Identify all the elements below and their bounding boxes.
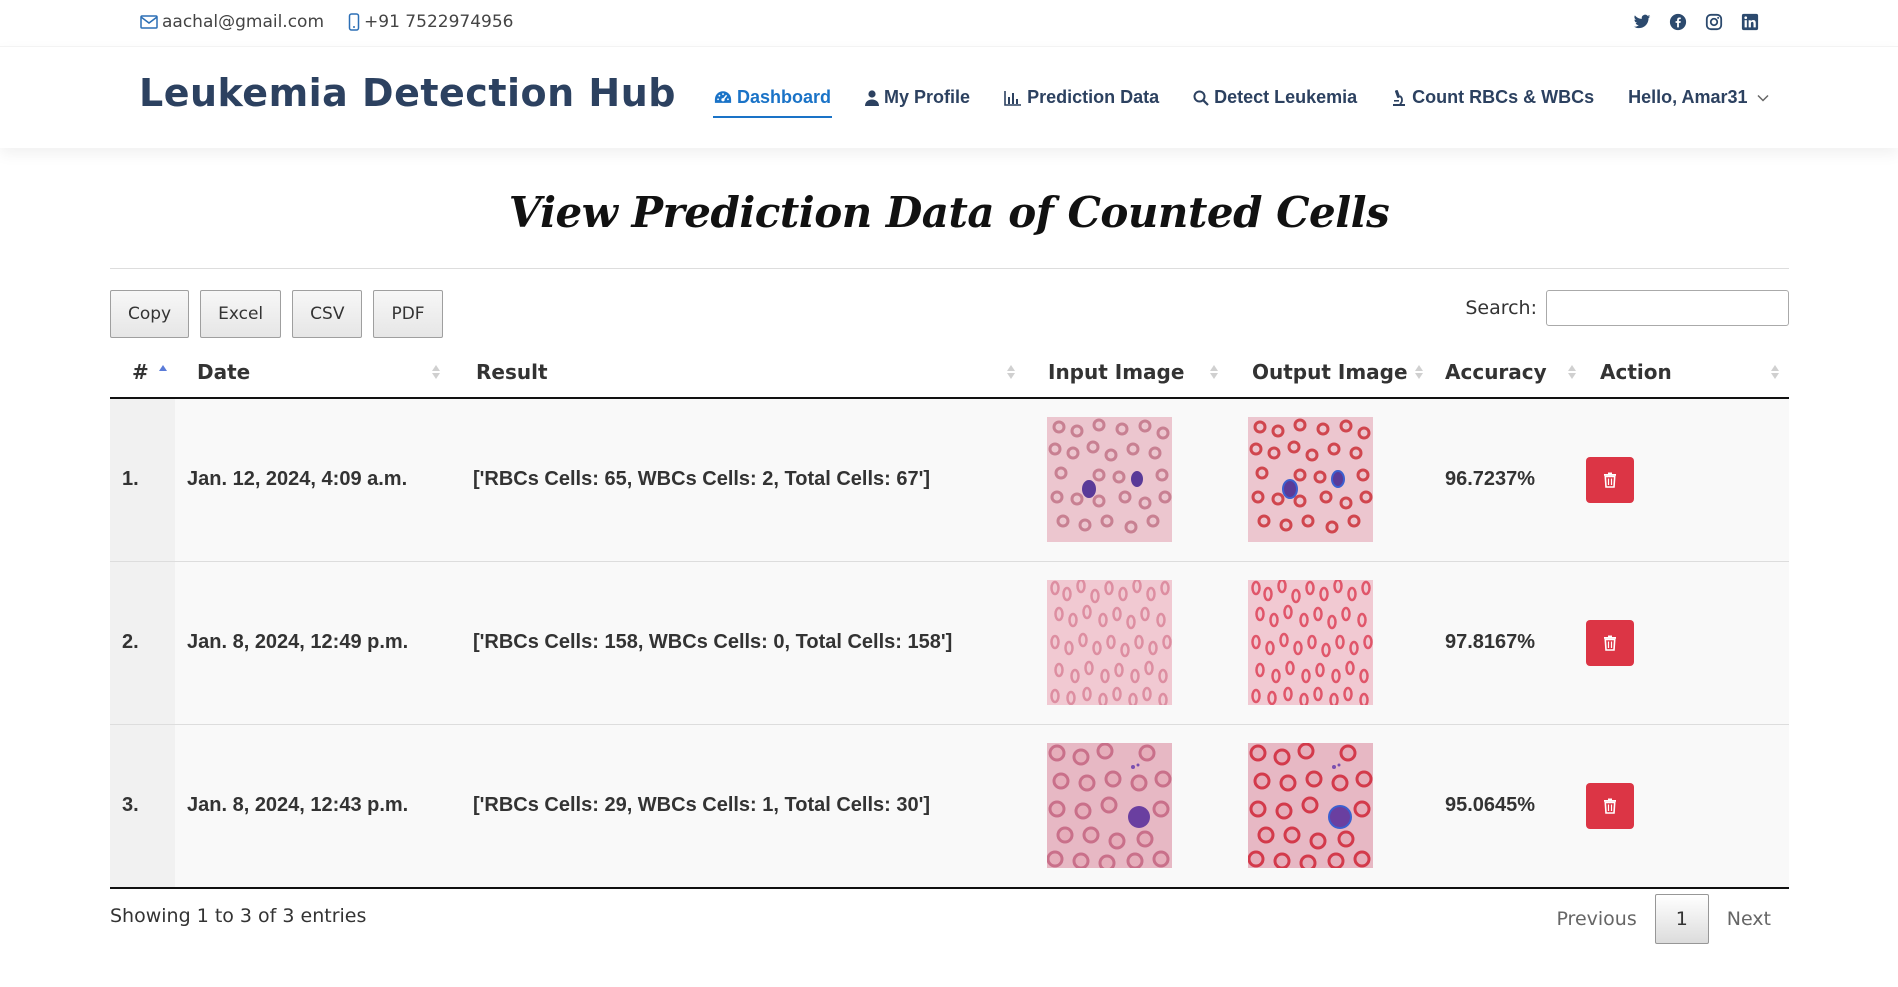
output-image bbox=[1248, 417, 1373, 542]
trash-icon bbox=[1604, 798, 1616, 814]
table-row: 2. Jan. 8, 2024, 12:49 p.m. ['RBCs Cells… bbox=[110, 561, 1789, 725]
table-header-row: # Date Result Input Image Output Image A… bbox=[110, 347, 1789, 399]
output-image bbox=[1248, 580, 1373, 705]
user-icon bbox=[865, 89, 880, 106]
table-search: Search: bbox=[1465, 290, 1789, 326]
column-header-input-image[interactable]: Input Image bbox=[1025, 347, 1228, 399]
search-input[interactable] bbox=[1546, 290, 1789, 326]
user-menu[interactable]: Hello, Amar31 bbox=[1628, 87, 1769, 116]
sort-icon bbox=[1210, 365, 1218, 379]
contact-info: aachal@gmail.com +91 7522974956 bbox=[140, 12, 537, 32]
row-number: 1. bbox=[122, 468, 139, 490]
row-result: ['RBCs Cells: 65, WBCs Cells: 2, Total C… bbox=[473, 468, 931, 490]
top-bar: aachal@gmail.com +91 7522974956 bbox=[0, 0, 1898, 46]
row-date: Jan. 12, 2024, 4:09 a.m. bbox=[187, 468, 408, 490]
social-links bbox=[1616, 12, 1760, 32]
facebook-icon[interactable] bbox=[1668, 12, 1688, 32]
delete-button[interactable] bbox=[1586, 620, 1634, 666]
page-1-button[interactable]: 1 bbox=[1654, 894, 1709, 944]
csv-button[interactable]: CSV bbox=[292, 290, 363, 338]
export-buttons: Copy Excel CSV PDF bbox=[110, 290, 454, 338]
instagram-icon[interactable] bbox=[1704, 12, 1724, 32]
next-page-button[interactable]: Next bbox=[1709, 894, 1789, 944]
linkedin-icon[interactable] bbox=[1740, 12, 1760, 32]
table-info: Showing 1 to 3 of 3 entries bbox=[110, 905, 367, 927]
column-header-number[interactable]: # bbox=[110, 347, 175, 399]
nav-prediction-data-label: Prediction Data bbox=[1027, 87, 1160, 107]
site-brand[interactable]: Leukemia Detection Hub bbox=[139, 71, 676, 115]
previous-page-button[interactable]: Previous bbox=[1538, 894, 1654, 944]
dashboard-icon bbox=[714, 91, 732, 103]
nav-count-cells-label: Count RBCs & WBCs bbox=[1412, 87, 1595, 107]
copy-button[interactable]: Copy bbox=[110, 290, 190, 338]
row-accuracy: 96.7237% bbox=[1445, 468, 1536, 490]
search-icon bbox=[1193, 90, 1209, 106]
nav-detect-leukemia[interactable]: Detect Leukemia bbox=[1193, 87, 1357, 116]
row-result: ['RBCs Cells: 158, WBCs Cells: 0, Total … bbox=[473, 631, 953, 653]
search-label: Search: bbox=[1465, 297, 1537, 319]
column-header-date[interactable]: Date bbox=[175, 347, 450, 399]
delete-button[interactable] bbox=[1586, 783, 1634, 829]
nav-dashboard-label: Dashboard bbox=[737, 87, 832, 107]
user-greeting: Hello, Amar31 bbox=[1628, 87, 1748, 107]
column-header-output-image[interactable]: Output Image bbox=[1228, 347, 1433, 399]
phone-icon bbox=[348, 13, 360, 31]
prediction-table: # Date Result Input Image Output Image A… bbox=[110, 347, 1789, 889]
phone-contact[interactable]: +91 7522974956 bbox=[348, 12, 513, 32]
bar-chart-icon bbox=[1004, 90, 1022, 106]
nav-prediction-data[interactable]: Prediction Data bbox=[1004, 87, 1159, 116]
row-accuracy: 95.0645% bbox=[1445, 794, 1536, 816]
title-divider bbox=[110, 268, 1789, 269]
table-row: 3. Jan. 8, 2024, 12:43 p.m. ['RBCs Cells… bbox=[110, 724, 1789, 889]
sort-icon bbox=[1007, 365, 1015, 379]
delete-button[interactable] bbox=[1586, 457, 1634, 503]
nav-my-profile[interactable]: My Profile bbox=[865, 87, 970, 116]
excel-button[interactable]: Excel bbox=[200, 290, 282, 338]
sort-icon bbox=[432, 365, 440, 379]
phone-text: +91 7522974956 bbox=[364, 12, 514, 32]
twitter-icon[interactable] bbox=[1632, 12, 1652, 32]
pdf-button[interactable]: PDF bbox=[373, 290, 443, 338]
row-date: Jan. 8, 2024, 12:49 p.m. bbox=[187, 631, 409, 653]
row-number: 3. bbox=[122, 794, 139, 816]
email-text: aachal@gmail.com bbox=[162, 12, 325, 32]
nav-my-profile-label: My Profile bbox=[884, 87, 971, 107]
nav-detect-leukemia-label: Detect Leukemia bbox=[1214, 87, 1358, 107]
row-accuracy: 97.8167% bbox=[1445, 631, 1536, 653]
trash-icon bbox=[1604, 472, 1616, 488]
input-image bbox=[1047, 743, 1172, 868]
main-header: Leukemia Detection Hub Dashboard My Prof… bbox=[0, 46, 1898, 148]
sort-icon bbox=[1415, 365, 1423, 379]
column-header-action[interactable]: Action bbox=[1586, 347, 1789, 399]
row-result: ['RBCs Cells: 29, WBCs Cells: 1, Total C… bbox=[473, 794, 931, 816]
column-header-accuracy[interactable]: Accuracy bbox=[1433, 347, 1586, 399]
email-contact[interactable]: aachal@gmail.com bbox=[140, 12, 324, 32]
sort-icon bbox=[1771, 365, 1779, 379]
chevron-down-icon bbox=[1757, 94, 1769, 102]
table-row: 1. Jan. 12, 2024, 4:09 a.m. ['RBCs Cells… bbox=[110, 398, 1789, 562]
microscope-icon bbox=[1393, 89, 1406, 106]
nav-count-cells[interactable]: Count RBCs & WBCs bbox=[1391, 87, 1594, 116]
row-number: 2. bbox=[122, 631, 139, 653]
main-nav: Dashboard My Profile Prediction Data Det… bbox=[712, 87, 1770, 118]
row-date: Jan. 8, 2024, 12:43 p.m. bbox=[187, 794, 409, 816]
column-header-result[interactable]: Result bbox=[450, 347, 1025, 399]
sort-asc-icon bbox=[159, 365, 167, 371]
trash-icon bbox=[1604, 635, 1616, 651]
page-title: View Prediction Data of Counted Cells bbox=[508, 188, 1390, 237]
sort-icon bbox=[1568, 365, 1576, 379]
output-image bbox=[1248, 743, 1373, 868]
nav-dashboard[interactable]: Dashboard bbox=[712, 87, 833, 118]
pagination: Previous 1 Next bbox=[1538, 894, 1789, 944]
envelope-icon bbox=[140, 15, 158, 29]
input-image bbox=[1047, 580, 1172, 705]
input-image bbox=[1047, 417, 1172, 542]
